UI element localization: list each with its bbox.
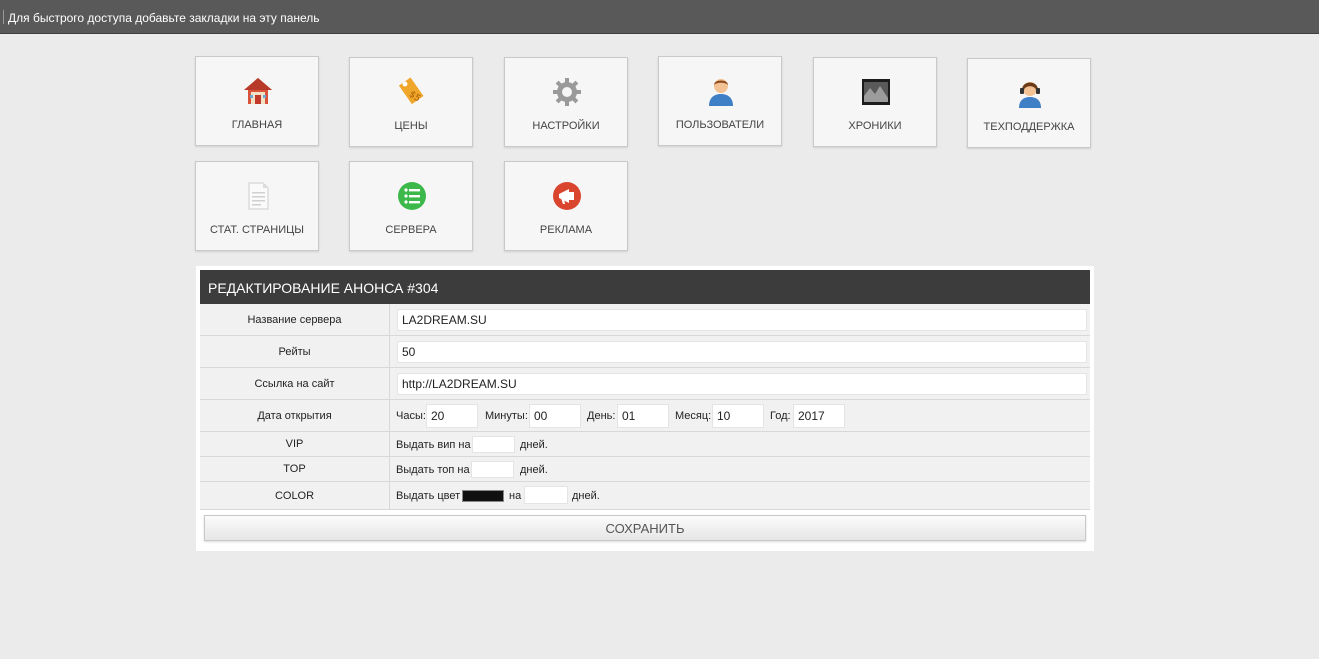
home-icon [244, 78, 272, 104]
minutes-label: Минуты: [485, 410, 528, 422]
price-tag-icon: $5 [398, 77, 424, 104]
bookmarks-separator [3, 10, 4, 24]
panel-title: РЕДАКТИРОВАНИЕ АНОНСА #304 [208, 280, 439, 296]
panel-header: РЕДАКТИРОВАНИЕ АНОНСА #304 [200, 270, 1090, 304]
tile-prices[interactable]: $5 ЦЕНЫ [349, 57, 473, 147]
user-icon [709, 79, 733, 106]
bookmarks-bar: Для быстрого доступа добавьте закладки н… [0, 0, 1319, 34]
row-open-date: Дата открытия Часы: 20 Минуты: 00 День: … [200, 400, 1090, 432]
vip-days-input[interactable] [472, 436, 515, 453]
tile-label: СЕРВЕРА [385, 224, 437, 236]
tile-label: НАСТРОЙКИ [532, 120, 600, 132]
vip-prefix: Выдать вип на [396, 439, 471, 451]
tile-label: ЦЕНЫ [394, 120, 428, 132]
tile-label: РЕКЛАМА [539, 224, 593, 236]
tile-chronicles[interactable]: ХРОНИКИ [813, 57, 937, 147]
color-suffix: дней. [572, 490, 600, 502]
edit-announcement-panel: РЕДАКТИРОВАНИЕ АНОНСА #304 Название серв… [196, 266, 1094, 551]
row-top: TOP Выдать топ на дней. [200, 457, 1090, 482]
color-picker[interactable] [462, 490, 504, 502]
site-link-label: Ссылка на сайт [200, 368, 390, 399]
save-button[interactable]: СОХРАНИТЬ [204, 515, 1086, 541]
color-days-input[interactable] [524, 486, 568, 504]
page-icon [248, 182, 269, 210]
year-input[interactable]: 2017 [793, 404, 845, 428]
row-server-name: Название сервера LA2DREAM.SU [200, 304, 1090, 336]
row-rates: Рейты 50 [200, 336, 1090, 368]
top-days-input[interactable] [471, 461, 514, 478]
tile-users[interactable]: ПОЛЬЗОВАТЕЛИ [658, 56, 782, 146]
server-name-input[interactable]: LA2DREAM.SU [397, 309, 1087, 331]
day-label: День: [587, 410, 616, 422]
month-input[interactable]: 10 [712, 404, 764, 428]
row-color: COLOR Выдать цвет на дней. [200, 482, 1090, 510]
color-prefix: Выдать цвет [396, 490, 461, 502]
tile-advertising[interactable]: РЕКЛАМА [504, 161, 628, 251]
tile-label: ГЛАВНАЯ [231, 119, 283, 131]
megaphone-icon [553, 182, 581, 210]
chronicles-icon [862, 79, 890, 105]
tile-servers[interactable]: СЕРВЕРА [349, 161, 473, 251]
server-list-icon [398, 182, 426, 210]
tile-support[interactable]: ТЕХПОДДЕРЖКА [967, 58, 1091, 148]
month-label: Месяц: [675, 410, 712, 422]
hours-input[interactable]: 20 [426, 404, 478, 428]
tile-static-pages[interactable]: СТАТ. СТРАНИЦЫ [195, 161, 319, 251]
support-icon [1019, 82, 1041, 108]
minutes-input[interactable]: 00 [529, 404, 581, 428]
tile-label: ТЕХПОДДЕРЖКА [983, 121, 1075, 133]
open-date-label: Дата открытия [200, 400, 390, 431]
color-label: COLOR [200, 482, 390, 509]
tile-label: ХРОНИКИ [848, 120, 902, 132]
site-link-input[interactable]: http://LA2DREAM.SU [397, 373, 1087, 395]
bookmarks-bar-hint: Для быстрого доступа добавьте закладки н… [8, 11, 320, 25]
year-label: Год: [770, 410, 791, 422]
vip-label: VIP [200, 432, 390, 456]
top-prefix: Выдать топ на [396, 464, 470, 476]
day-input[interactable]: 01 [617, 404, 669, 428]
tile-settings[interactable]: НАСТРОЙКИ [504, 57, 628, 147]
color-mid: на [509, 490, 522, 502]
gear-icon [553, 78, 581, 106]
vip-suffix: дней. [520, 439, 548, 451]
row-vip: VIP Выдать вип на дней. [200, 432, 1090, 457]
rates-label: Рейты [200, 336, 390, 367]
tile-label: СТАТ. СТРАНИЦЫ [210, 224, 304, 236]
hours-label: Часы: [396, 410, 426, 422]
row-site-link: Ссылка на сайт http://LA2DREAM.SU [200, 368, 1090, 400]
tile-label: ПОЛЬЗОВАТЕЛИ [675, 119, 765, 131]
top-suffix: дней. [520, 464, 548, 476]
rates-input[interactable]: 50 [397, 341, 1087, 363]
tile-home[interactable]: ГЛАВНАЯ [195, 56, 319, 146]
top-label: TOP [200, 457, 390, 481]
server-name-label: Название сервера [200, 304, 390, 335]
